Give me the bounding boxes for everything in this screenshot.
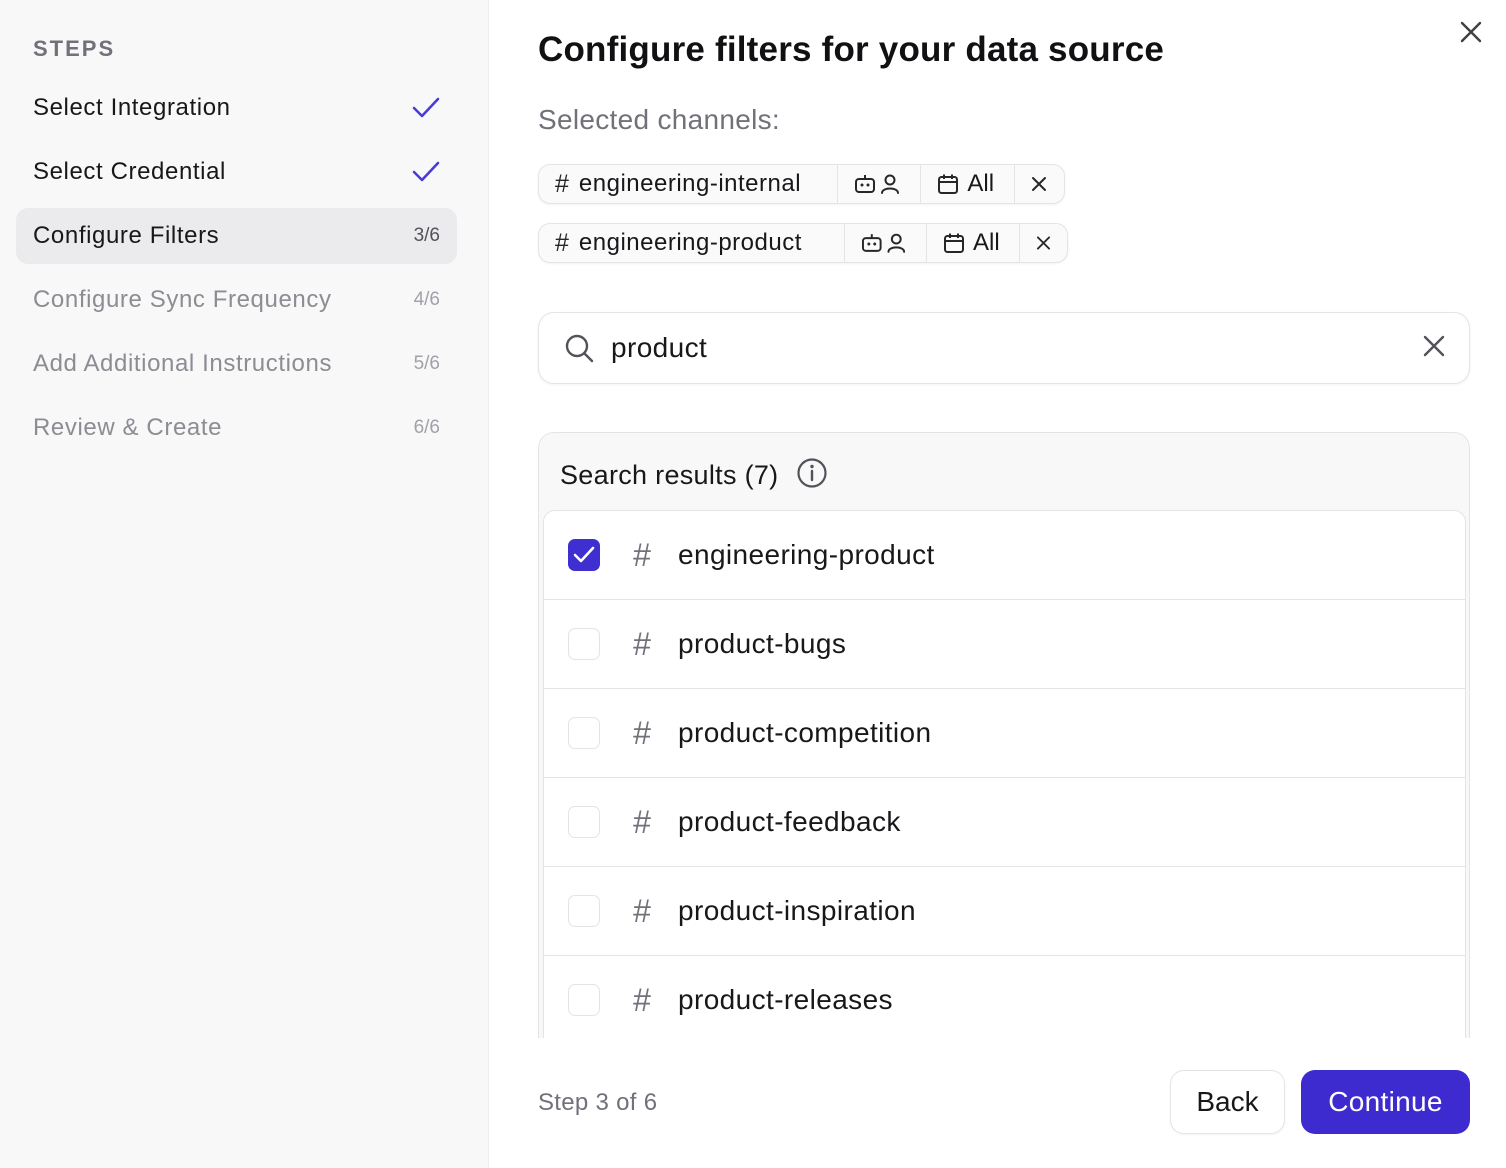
channel-name: product-bugs	[678, 628, 847, 659]
channel-name: product-inspiration	[678, 895, 916, 926]
hash-icon: #	[555, 169, 569, 198]
channel-name: product-feedback	[678, 806, 901, 837]
channel-checkbox[interactable]	[568, 806, 600, 838]
bot-user-filter-button[interactable]	[845, 224, 927, 262]
configure-filters-dialog: STEPS Select Integration Select Credenti…	[0, 0, 1506, 1168]
chip-channel-name: engineering-internal	[578, 170, 802, 197]
close-dialog-button[interactable]	[1457, 18, 1485, 46]
continue-button[interactable]: Continue	[1301, 1070, 1470, 1134]
step-configure-sync-frequency[interactable]: Configure Sync Frequency 4/6	[16, 272, 457, 328]
step-count: 3/6	[413, 225, 440, 246]
hash-icon: #	[633, 536, 651, 573]
close-icon	[1036, 236, 1051, 250]
date-filter-button[interactable]: All	[921, 165, 1016, 203]
close-icon	[1032, 177, 1047, 191]
channel-name: product-competition	[678, 717, 932, 748]
step-review-create[interactable]: Review & Create 6/6	[16, 400, 457, 456]
clear-search-button[interactable]	[1423, 335, 1445, 362]
list-item[interactable]: # product-releases	[544, 956, 1465, 1038]
page-title: Configure filters for your data source	[538, 30, 1165, 69]
main-panel: Configure filters for your data source S…	[489, 0, 1506, 1168]
date-filter-button[interactable]: All	[927, 224, 1020, 262]
steps-heading: STEPS	[33, 36, 116, 61]
step-label: Select Integration	[33, 94, 231, 121]
step-indicator: Step 3 of 6	[538, 1089, 658, 1116]
search-results-title: Search results (7)	[560, 460, 779, 490]
selected-channel-chip: # engineering-internal All	[538, 164, 1065, 204]
checkmark-icon	[412, 160, 440, 184]
search-input[interactable]	[611, 332, 1423, 364]
back-button[interactable]: Back	[1170, 1070, 1285, 1134]
steps-sidebar: STEPS Select Integration Select Credenti…	[0, 0, 489, 1168]
channel-checkbox[interactable]	[568, 628, 600, 660]
date-filter-value: All	[967, 170, 995, 197]
channel-checkbox[interactable]	[568, 539, 600, 571]
step-select-integration[interactable]: Select Integration	[16, 80, 457, 136]
channel-checkbox[interactable]	[568, 984, 600, 1016]
hash-icon: #	[633, 892, 651, 929]
step-select-credential[interactable]: Select Credential	[16, 144, 457, 200]
bot-user-filter-button[interactable]	[838, 165, 922, 203]
step-count: 6/6	[413, 417, 440, 438]
hash-icon: #	[633, 981, 651, 1018]
remove-channel-button[interactable]	[1020, 224, 1067, 262]
list-item[interactable]: # product-feedback	[544, 778, 1465, 867]
calendar-icon	[944, 233, 964, 253]
list-item[interactable]: # product-inspiration	[544, 867, 1465, 956]
chip-channel: # engineering-internal	[539, 165, 838, 203]
channel-name: engineering-product	[678, 539, 935, 570]
step-add-additional-instructions[interactable]: Add Additional Instructions 5/6	[16, 336, 457, 392]
info-icon[interactable]	[796, 457, 828, 494]
close-icon	[1423, 335, 1445, 356]
hash-icon: #	[633, 625, 651, 662]
channel-checkbox[interactable]	[568, 717, 600, 749]
search-icon	[565, 334, 594, 363]
step-label: Configure Sync Frequency	[33, 286, 332, 313]
list-item[interactable]: # product-competition	[544, 689, 1465, 778]
search-results-panel: Search results (7) # engineering-product…	[538, 432, 1470, 1038]
chip-channel-name: engineering-product	[578, 229, 802, 256]
search-results-list: # engineering-product # product-bugs # p…	[543, 510, 1466, 1038]
step-label: Select Credential	[33, 158, 226, 185]
close-icon	[1460, 21, 1482, 43]
list-item[interactable]: # engineering-product	[544, 511, 1465, 600]
step-label: Add Additional Instructions	[33, 350, 333, 377]
hash-icon: #	[555, 228, 569, 257]
channel-search-box	[538, 312, 1470, 384]
step-label: Review & Create	[33, 414, 223, 441]
channel-name: product-releases	[678, 984, 893, 1015]
remove-channel-button[interactable]	[1015, 165, 1064, 203]
channel-checkbox[interactable]	[568, 895, 600, 927]
date-filter-value: All	[973, 229, 1000, 256]
calendar-icon	[938, 174, 959, 194]
step-label: Configure Filters	[33, 222, 220, 249]
checkmark-icon	[412, 96, 440, 120]
bot-user-icon	[861, 233, 906, 253]
selected-channels-label: Selected channels:	[538, 104, 781, 135]
hash-icon: #	[633, 714, 651, 751]
hash-icon: #	[633, 803, 651, 840]
bot-user-icon	[854, 174, 899, 194]
list-item[interactable]: # product-bugs	[544, 600, 1465, 689]
search-results-header: Search results (7)	[560, 457, 828, 494]
chip-channel: # engineering-product	[539, 224, 845, 262]
checkmark-icon	[573, 546, 595, 563]
step-count: 5/6	[413, 353, 440, 374]
step-configure-filters[interactable]: Configure Filters 3/6	[16, 208, 457, 264]
selected-channel-chip: # engineering-product All	[538, 223, 1068, 263]
step-count: 4/6	[413, 289, 440, 310]
